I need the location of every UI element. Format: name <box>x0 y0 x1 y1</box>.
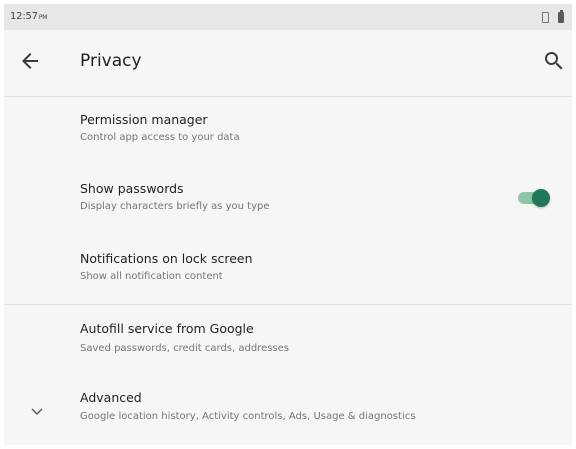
app-bar: Privacy <box>4 30 572 96</box>
toggle-thumb <box>532 189 550 207</box>
pref-summary: Saved passwords, credit cards, addresses <box>80 343 290 354</box>
page-title: Privacy <box>80 51 142 71</box>
clock-time: 12:57 <box>10 11 38 22</box>
back-button[interactable] <box>18 49 42 73</box>
pref-notifications-lock-screen[interactable]: Notifications on lock screen Show all no… <box>4 240 572 300</box>
pref-summary: Display characters briefly as you type <box>80 201 270 212</box>
vibrate-icon <box>540 11 550 23</box>
clock-ampm: PM <box>38 14 48 21</box>
pref-show-passwords[interactable]: Show passwords Display characters briefl… <box>4 170 572 230</box>
pref-title: Advanced <box>80 390 142 405</box>
pref-title: Show passwords <box>80 181 184 196</box>
pref-summary: Control app access to your data <box>80 132 240 143</box>
status-bar: 12:57PM <box>4 4 572 30</box>
chevron-down-icon <box>31 408 43 415</box>
status-time: 12:57PM <box>10 11 47 22</box>
section-divider <box>4 304 572 305</box>
battery-icon <box>558 10 564 23</box>
pref-title: Autofill service from Google <box>80 321 254 336</box>
show-passwords-toggle[interactable] <box>516 188 550 208</box>
pref-advanced[interactable]: Advanced Google location history, Activi… <box>4 380 572 440</box>
pref-title: Notifications on lock screen <box>80 251 253 266</box>
pref-permission-manager[interactable]: Permission manager Control app access to… <box>4 102 572 162</box>
app-bar-divider <box>4 96 572 97</box>
pref-summary: Show all notification content <box>80 271 223 282</box>
arrow-left-icon <box>22 53 38 69</box>
pref-title: Permission manager <box>80 112 208 127</box>
search-button[interactable] <box>542 49 566 73</box>
pref-autofill-service[interactable]: Autofill service from Google Saved passw… <box>4 310 572 370</box>
settings-screen: 12:57PM Privacy Permission manager Contr… <box>4 4 572 445</box>
status-icons <box>540 10 564 23</box>
search-icon <box>545 52 563 70</box>
pref-summary: Google location history, Activity contro… <box>80 411 416 422</box>
